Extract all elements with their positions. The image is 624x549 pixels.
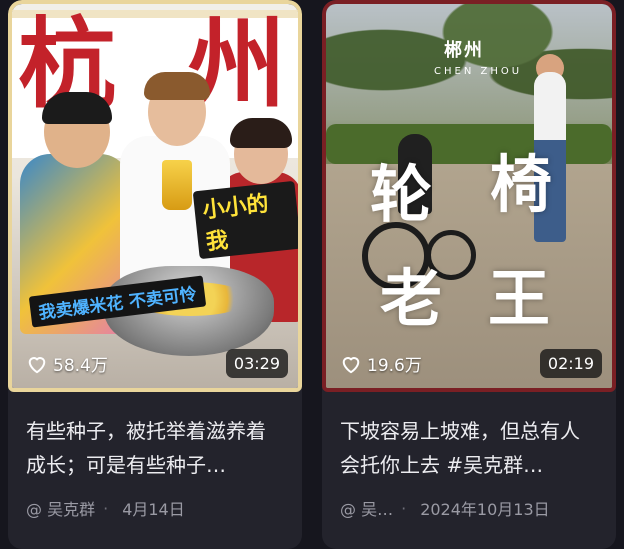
- separator-dot: ·: [401, 498, 407, 518]
- video-title[interactable]: 有些种子，被托举着滋养着成长；可是有些种子…: [26, 414, 284, 482]
- thumbnail-caption: 小小的我: [192, 180, 298, 260]
- calligraphy-char: 王: [488, 262, 551, 335]
- calligraphy-char: 椅: [490, 148, 553, 221]
- hedge: [326, 124, 612, 164]
- heart-outline-icon: [26, 354, 48, 374]
- popcorn-cup: [162, 160, 192, 210]
- calligraphy-char: 轮: [370, 158, 433, 231]
- city-pinyin: CHEN ZHOU: [434, 66, 523, 77]
- person: [144, 72, 210, 100]
- video-meta: @ 吴克群 · 4月14日: [26, 496, 288, 520]
- like-count: 58.4万: [26, 351, 108, 376]
- video-thumbnail[interactable]: 杭 州 小小的我 我卖爆米花 不卖可怜 58.4万 03:29: [8, 0, 302, 392]
- heart-outline-icon: [340, 354, 362, 374]
- video-thumbnail[interactable]: 郴州 CHEN ZHOU 轮 椅 老 王 19.6万 02:19: [322, 0, 616, 392]
- thumbnail-image: 郴州 CHEN ZHOU 轮 椅 老 王: [326, 4, 612, 388]
- like-count: 19.6万: [340, 351, 422, 376]
- publish-date: 4月14日: [122, 500, 185, 519]
- separator-dot: ·: [103, 498, 109, 518]
- author-name[interactable]: @ 吴克群: [26, 496, 95, 520]
- city-logo: 郴州: [444, 40, 484, 61]
- video-meta: @ 吴… · 2024年10月13日: [340, 496, 602, 520]
- author-name[interactable]: @ 吴…: [340, 496, 393, 520]
- like-count-text: 58.4万: [53, 356, 108, 376]
- person: [230, 118, 292, 148]
- video-duration: 02:19: [539, 349, 602, 378]
- video-card[interactable]: 杭 州 小小的我 我卖爆米花 不卖可怜 58.4万 03:29 有些种子，被托举…: [8, 0, 302, 549]
- thumbnail-image: 杭 州 小小的我 我卖爆米花 不卖可怜: [12, 4, 298, 388]
- calligraphy-char: 老: [380, 262, 443, 335]
- publish-date: 2024年10月13日: [420, 500, 550, 519]
- person: [42, 92, 112, 124]
- video-duration: 03:29: [225, 349, 288, 378]
- video-card[interactable]: 郴州 CHEN ZHOU 轮 椅 老 王 19.6万 02:19 下坡容易上坡难…: [322, 0, 616, 549]
- like-count-text: 19.6万: [367, 356, 422, 376]
- video-title[interactable]: 下坡容易上坡难，但总有人会托你上去 #吴克群…: [340, 414, 598, 482]
